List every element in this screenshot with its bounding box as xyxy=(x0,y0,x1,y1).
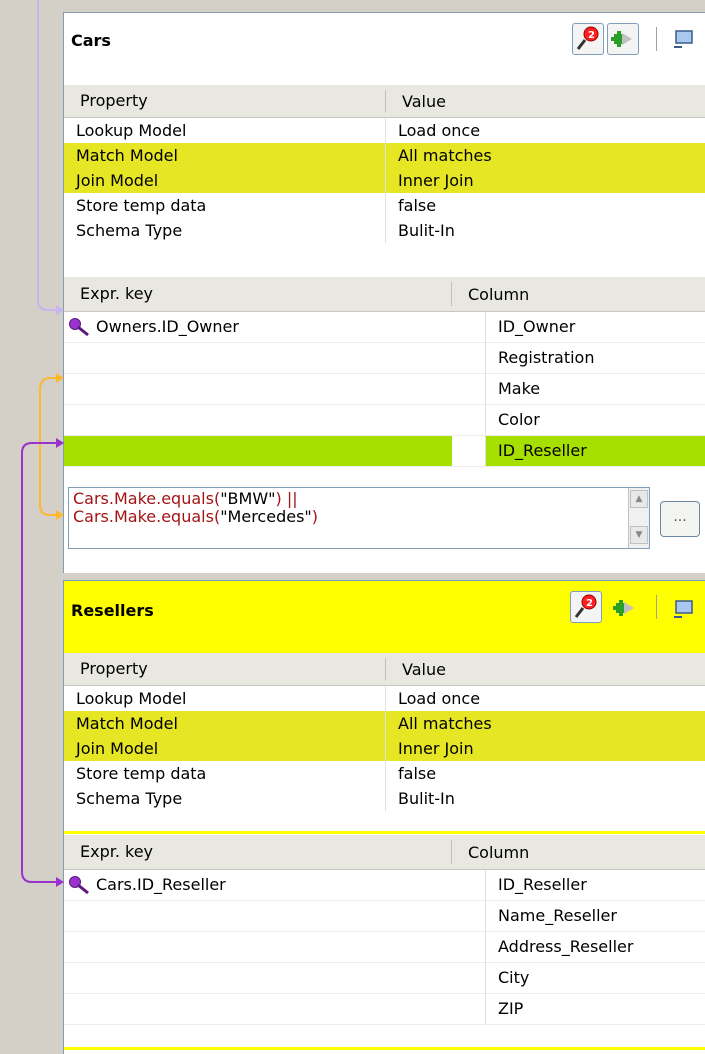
join-links xyxy=(21,0,64,887)
owners-link xyxy=(37,0,56,311)
